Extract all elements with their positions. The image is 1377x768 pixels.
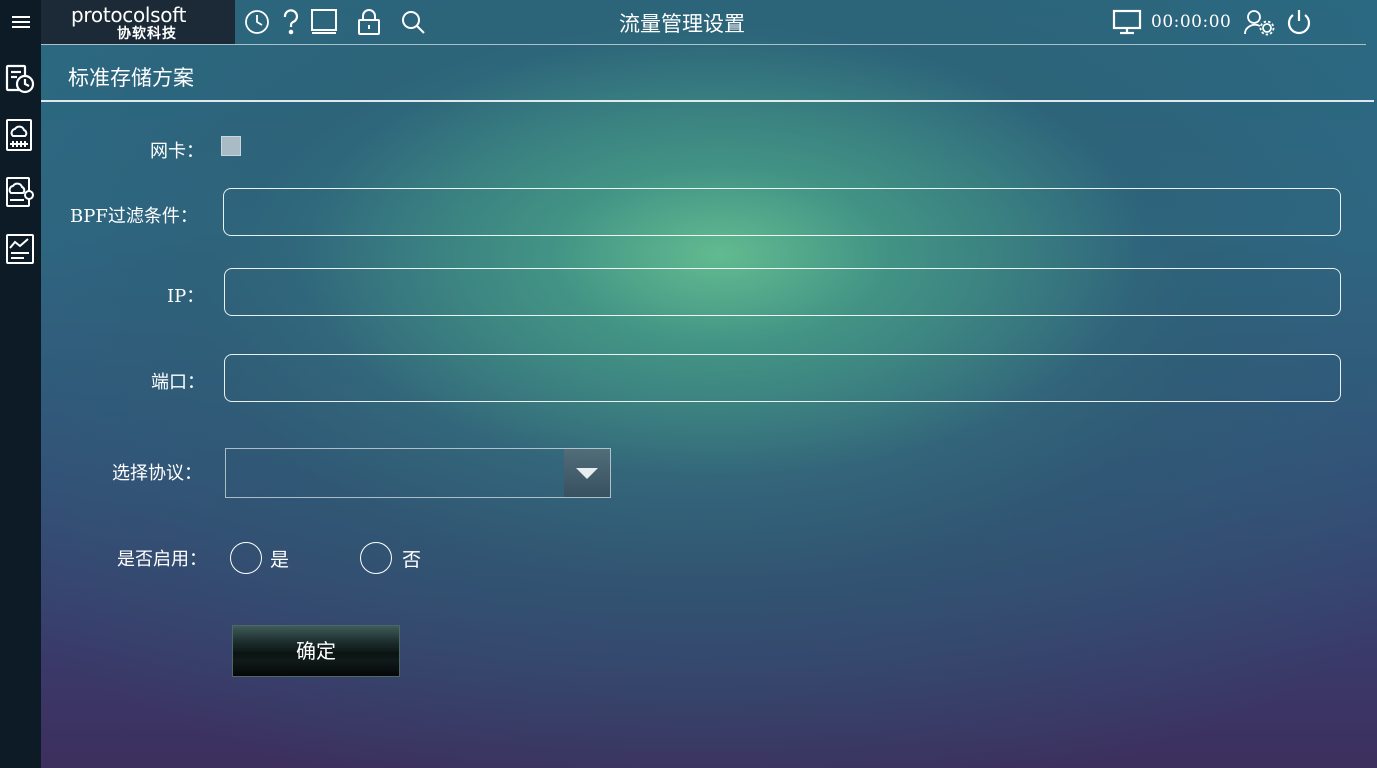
ip-input[interactable] bbox=[224, 268, 1341, 316]
top-bar: protocolsoft 协软科技 流量管理设置 00:00:00 bbox=[41, 0, 1377, 44]
cloud-storage-icon[interactable] bbox=[4, 118, 36, 152]
left-sidebar bbox=[0, 0, 41, 768]
nic-label: 网卡： bbox=[150, 141, 204, 162]
bpf-label: BPF过滤条件： bbox=[70, 206, 198, 227]
timer-display: 00:00:00 bbox=[1151, 12, 1232, 32]
dropdown-button[interactable] bbox=[564, 449, 610, 497]
port-input[interactable] bbox=[224, 354, 1341, 402]
hamburger-menu-icon[interactable] bbox=[0, 0, 41, 44]
protocol-label: 选择协议： bbox=[112, 463, 202, 484]
ip-label: IP： bbox=[167, 286, 205, 307]
section-title: 标准存储方案 bbox=[68, 66, 194, 90]
chevron-down-icon bbox=[576, 468, 598, 479]
header-divider bbox=[41, 44, 1366, 45]
history-record-icon[interactable] bbox=[4, 62, 36, 96]
bpf-filter-input[interactable] bbox=[223, 188, 1341, 236]
enable-yes-label: 是 bbox=[270, 549, 290, 571]
enable-label: 是否启用： bbox=[117, 549, 207, 570]
power-icon[interactable] bbox=[1285, 8, 1313, 36]
enable-no-radio[interactable] bbox=[360, 542, 392, 574]
monitor-chart-icon[interactable] bbox=[4, 232, 36, 266]
section-divider bbox=[41, 100, 1374, 102]
enable-no-label: 否 bbox=[402, 549, 422, 571]
port-label: 端口： bbox=[151, 372, 205, 393]
user-settings-icon[interactable] bbox=[1243, 8, 1275, 36]
protocol-select[interactable] bbox=[225, 448, 611, 498]
nic-checkbox[interactable] bbox=[221, 136, 241, 156]
monitor-icon[interactable] bbox=[1111, 8, 1143, 36]
confirm-button[interactable]: 确定 bbox=[232, 625, 400, 677]
cloud-settings-icon[interactable] bbox=[4, 175, 36, 209]
enable-yes-radio[interactable] bbox=[230, 542, 262, 574]
